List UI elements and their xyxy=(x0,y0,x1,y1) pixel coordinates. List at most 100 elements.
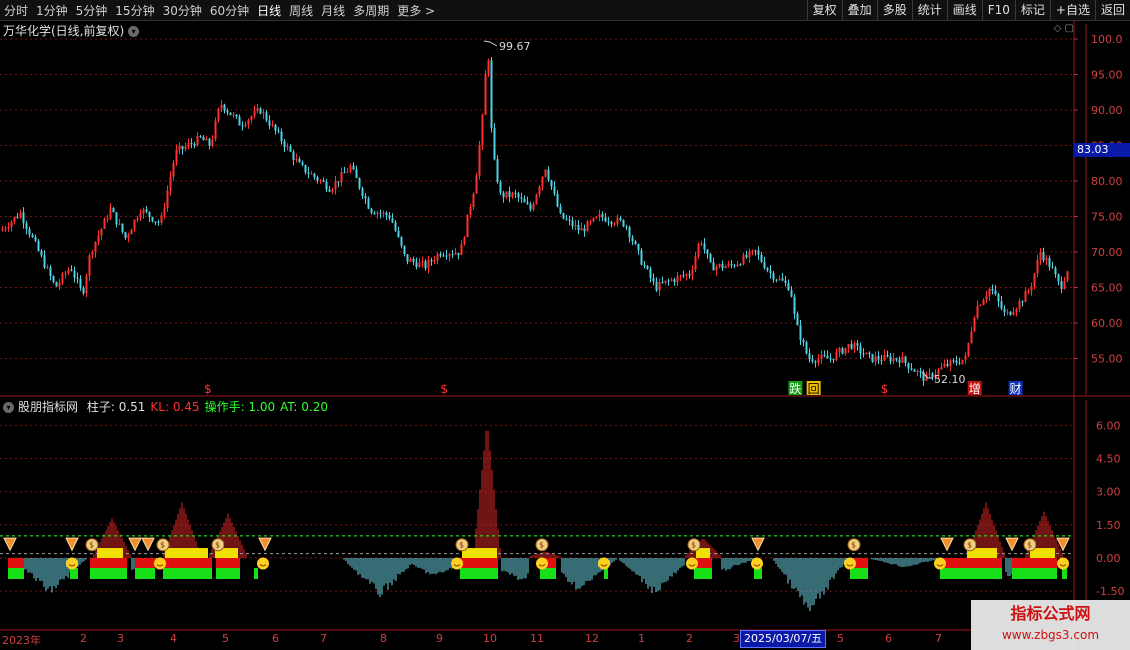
chevron-down-icon[interactable]: ▾ xyxy=(3,402,14,413)
diamond-icon[interactable]: ◇ xyxy=(1054,23,1062,34)
candle xyxy=(205,135,208,141)
candle xyxy=(976,300,979,320)
candle xyxy=(85,273,88,298)
indicator-value-1: KL: 0.45 xyxy=(150,400,200,414)
money-bag-icon: $ xyxy=(687,538,701,552)
candle xyxy=(1042,247,1045,263)
candle xyxy=(667,278,670,286)
candle xyxy=(835,348,838,362)
candle xyxy=(520,192,523,203)
candle xyxy=(871,353,874,363)
candle xyxy=(628,225,631,243)
money-bag-icon: $ xyxy=(1023,538,1037,552)
candle xyxy=(244,121,247,128)
candle xyxy=(73,266,76,283)
money-bag-icon: $ xyxy=(963,538,977,552)
square-icon[interactable]: ▢ xyxy=(1065,23,1074,34)
candle xyxy=(529,201,532,212)
candle xyxy=(448,252,451,262)
candle xyxy=(31,233,34,239)
trophy-icon xyxy=(1056,537,1070,552)
candle xyxy=(79,275,82,291)
chart-canvas[interactable]: 100.095.0090.0085.0080.0075.0070.0065.00… xyxy=(0,0,1130,650)
candle xyxy=(160,212,163,226)
candle xyxy=(532,201,535,212)
candle xyxy=(130,228,133,235)
candle xyxy=(754,249,757,256)
chevron-down-icon[interactable]: ▾ xyxy=(128,26,140,37)
indicator-name: 股朋指标网 xyxy=(18,400,79,414)
candle xyxy=(1024,287,1027,303)
candle xyxy=(907,362,910,374)
candle xyxy=(466,214,469,238)
ind-tick-label: 3.00 xyxy=(1096,486,1121,499)
candle xyxy=(418,258,421,268)
candle xyxy=(541,176,544,191)
candle xyxy=(37,238,40,252)
y-tick-label: 65.00 xyxy=(1091,282,1123,295)
date-axis: 2023年 2 3 4 5 6 7 8 9 10 11 12 1 2 3 5 6 7 xyxy=(0,631,1074,650)
candle xyxy=(370,207,373,215)
candle xyxy=(850,340,853,351)
candle xyxy=(358,177,361,190)
candle xyxy=(883,349,886,362)
candle xyxy=(331,187,334,195)
candle xyxy=(139,209,142,221)
candle xyxy=(877,351,880,365)
red-block xyxy=(90,558,127,568)
candle xyxy=(901,352,904,364)
event-marker-1: $ xyxy=(440,382,448,396)
red-block xyxy=(216,558,240,568)
event-marker-6: 财 xyxy=(1010,382,1022,396)
indicator-title: ▾ 股朋指标网 柱子: 0.51 KL: 0.45 操作手: 1.00 AT: 0.20 xyxy=(3,398,328,415)
trophy-icon xyxy=(128,537,142,552)
candle xyxy=(247,118,250,129)
candle xyxy=(46,264,49,269)
event-marker-5: 增 xyxy=(969,382,981,396)
smiley-icon xyxy=(844,557,856,570)
candle xyxy=(568,215,571,226)
smiley-icon xyxy=(934,557,946,570)
trophy-icon xyxy=(3,537,17,552)
red-block xyxy=(135,558,155,568)
candle xyxy=(334,175,337,195)
date-label-0: 2023年 xyxy=(2,634,41,647)
red-block xyxy=(460,558,498,568)
candle xyxy=(403,245,406,257)
candle xyxy=(580,222,583,231)
candle xyxy=(685,273,688,281)
candle xyxy=(262,109,265,120)
candle xyxy=(655,277,658,293)
candle xyxy=(196,132,199,147)
candle xyxy=(118,218,121,226)
candle xyxy=(562,212,565,220)
indicator-value-3: AT: 0.20 xyxy=(280,400,329,414)
candle xyxy=(58,278,61,291)
yellow-block xyxy=(462,548,497,558)
candle xyxy=(523,195,526,203)
candle xyxy=(454,248,457,255)
svg-text:$: $ xyxy=(1027,541,1032,550)
trophy-icon xyxy=(258,537,272,552)
candle xyxy=(307,166,310,179)
candle xyxy=(421,256,424,268)
candle xyxy=(430,257,433,266)
candle xyxy=(517,191,520,203)
candle xyxy=(997,292,1000,307)
candle xyxy=(223,103,226,114)
candle xyxy=(1009,311,1012,316)
candle xyxy=(886,350,889,358)
candle xyxy=(802,337,805,347)
indicator-value-2: 操作手: 1.00 xyxy=(204,400,276,414)
candle xyxy=(1036,254,1039,277)
watermark-url: www.zbgs3.com xyxy=(1001,628,1100,642)
candle xyxy=(502,190,505,203)
candle xyxy=(214,117,217,142)
candle xyxy=(1063,277,1066,290)
candle xyxy=(208,137,211,150)
candle xyxy=(25,220,28,235)
candle xyxy=(475,172,478,194)
candle xyxy=(433,255,436,265)
candle xyxy=(679,274,682,282)
candle xyxy=(757,246,760,260)
